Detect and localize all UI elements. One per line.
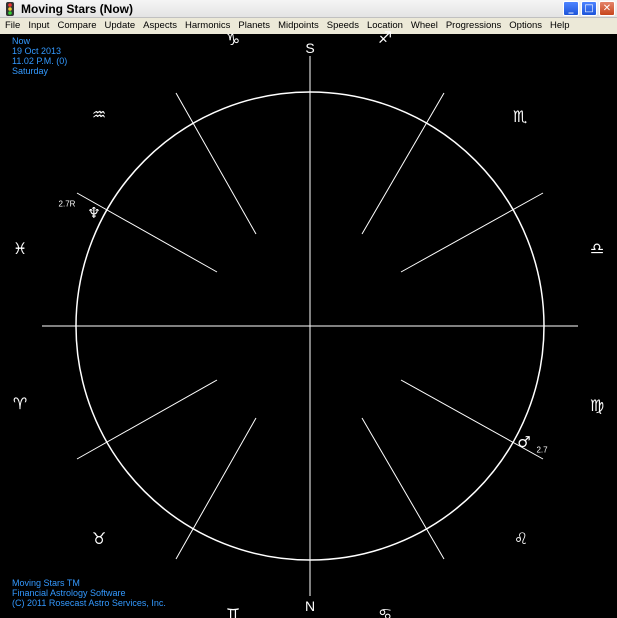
astrology-wheel[interactable]: S N ♑ ♐ ♒ ♏ ♓ ♎ ♈ ♍ ♉ ♌ ♊ ♋ ♆ 2.7R ♂ 2.7 <box>0 30 617 618</box>
menu-compare[interactable]: Compare <box>53 18 100 34</box>
house-cusp-line <box>76 379 218 460</box>
libra-icon: ♎ <box>589 239 605 258</box>
minimize-button[interactable]: _ <box>563 1 579 16</box>
gemini-icon: ♊ <box>225 605 241 618</box>
house-cusp-line <box>400 192 544 273</box>
chart-time: 11.02 P.M. (0) <box>12 56 68 66</box>
north-label: N <box>304 598 316 614</box>
house-cusp-line <box>361 417 445 560</box>
scorpio-icon: ♏ <box>512 107 528 126</box>
menu-update[interactable]: Update <box>101 18 140 34</box>
house-cusp-line <box>175 417 257 560</box>
maximize-button[interactable]: □ <box>581 1 597 16</box>
south-label: S <box>305 40 315 56</box>
cancer-icon: ♋ <box>377 605 393 618</box>
title-bar[interactable]: Moving Stars (Now) _ □ ✕ <box>0 0 617 18</box>
menu-midpoints[interactable]: Midpoints <box>274 18 323 34</box>
menu-help[interactable]: Help <box>546 18 574 34</box>
product-tagline: Financial Astrology Software <box>12 588 126 598</box>
menu-bar: File Input Compare Update Aspects Harmon… <box>0 18 617 34</box>
sagittarius-icon: ♐ <box>377 28 393 47</box>
close-button[interactable]: ✕ <box>599 1 615 16</box>
app-window: Moving Stars (Now) _ □ ✕ File Input Comp… <box>0 0 617 618</box>
menu-wheel[interactable]: Wheel <box>407 18 442 34</box>
neptune-icon[interactable]: ♆ <box>87 204 100 222</box>
house-cusp-line <box>361 92 445 235</box>
capricorn-icon: ♑ <box>225 30 241 49</box>
close-icon: ✕ <box>602 2 612 14</box>
menu-input[interactable]: Input <box>24 18 53 34</box>
copyright: (C) 2011 Rosecast Astro Services, Inc. <box>12 598 166 608</box>
mars-icon[interactable]: ♂ <box>517 433 530 451</box>
house-cusp-line <box>175 92 257 235</box>
window-title: Moving Stars (Now) <box>21 1 134 16</box>
traffic-light-icon <box>3 1 17 16</box>
chart-name: Now <box>12 36 31 46</box>
menu-options[interactable]: Options <box>505 18 546 34</box>
neptune-degree: 2.7R <box>58 199 76 209</box>
minimize-icon: _ <box>568 2 574 14</box>
menu-speeds[interactable]: Speeds <box>323 18 363 34</box>
pisces-icon: ♓ <box>12 239 28 258</box>
menu-aspects[interactable]: Aspects <box>139 18 181 34</box>
mars-degree: 2.7 <box>536 445 548 455</box>
menu-progressions[interactable]: Progressions <box>442 18 505 34</box>
taurus-icon: ♉ <box>91 529 107 548</box>
aquarius-icon: ♒ <box>91 105 107 124</box>
chart-info: Now 19 Oct 2013 11.02 P.M. (0) Saturday <box>12 36 67 76</box>
menu-planets[interactable]: Planets <box>234 18 274 34</box>
product-name: Moving Stars TM <box>12 578 80 588</box>
maximize-icon: □ <box>584 2 594 14</box>
menu-file[interactable]: File <box>0 18 24 34</box>
virgo-icon: ♍ <box>589 396 605 415</box>
aries-icon: ♈ <box>12 394 28 413</box>
chart-date: 19 Oct 2013 <box>12 46 62 56</box>
leo-icon: ♌ <box>513 529 529 548</box>
software-credits: Moving Stars TM Financial Astrology Soft… <box>12 578 166 608</box>
chart-weekday: Saturday <box>12 66 49 76</box>
